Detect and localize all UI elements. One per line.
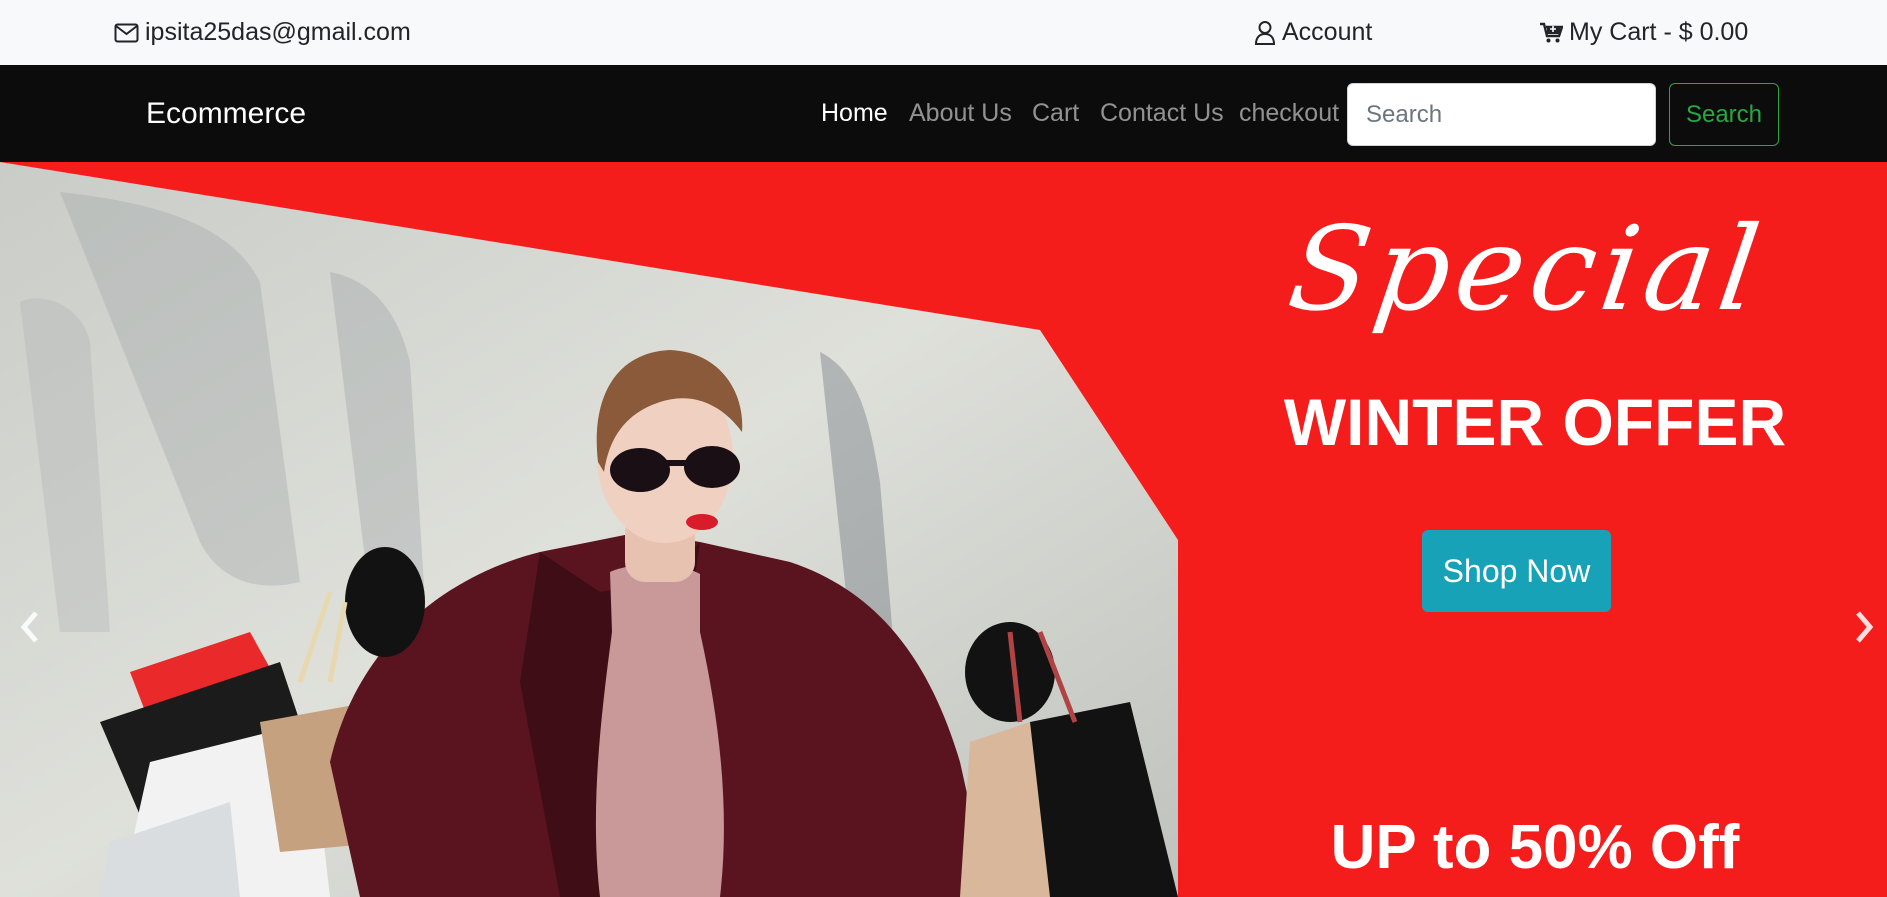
hero-carousel: Special WINTER OFFER Shop Now UP to 50% … — [0, 162, 1887, 897]
contact-email[interactable]: ipsita25das@gmail.com — [114, 0, 411, 65]
nav-checkout[interactable]: checkout — [1239, 65, 1339, 162]
chevron-left-icon — [18, 609, 42, 650]
contact-email-text: ipsita25das@gmail.com — [145, 18, 411, 46]
carousel-prev-button[interactable] — [8, 599, 52, 659]
user-icon — [1254, 20, 1276, 46]
nav-contact-us[interactable]: Contact Us — [1100, 65, 1224, 162]
account-label: Account — [1282, 18, 1373, 46]
search-input[interactable] — [1347, 83, 1656, 146]
carousel-next-button[interactable] — [1842, 599, 1886, 659]
hero-photo-shopper — [0, 162, 1178, 897]
cart-total-label: My Cart - $ 0.00 — [1569, 18, 1749, 46]
search-button[interactable]: Search — [1669, 83, 1779, 146]
discount-text: UP to 50% Off — [1330, 813, 1740, 882]
brand-logo[interactable]: Ecommerce — [146, 65, 306, 162]
top-info-bar: ipsita25das@gmail.com Account My Cart - … — [0, 0, 1887, 65]
winter-offer-heading: WINTER OFFER — [1283, 385, 1787, 459]
cart-icon — [1539, 22, 1563, 44]
envelope-icon — [114, 23, 139, 43]
nav-about-us[interactable]: About Us — [909, 65, 1012, 162]
account-link[interactable]: Account — [1254, 0, 1372, 65]
nav-cart[interactable]: Cart — [1032, 65, 1079, 162]
special-heading: Special — [1281, 202, 1773, 337]
nav-home[interactable]: Home — [821, 65, 888, 162]
shop-now-button[interactable]: Shop Now — [1422, 530, 1611, 612]
chevron-right-icon — [1852, 609, 1876, 650]
my-cart-link[interactable]: My Cart - $ 0.00 — [1539, 0, 1748, 65]
